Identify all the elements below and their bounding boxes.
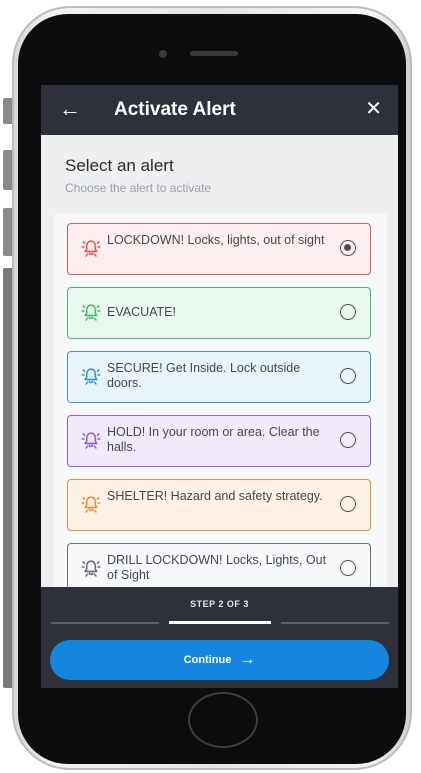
front-camera (159, 50, 167, 58)
alert-option-label: DRILL LOCKDOWN! Locks, Lights, Out of Si… (107, 553, 327, 582)
alarm-bell-icon (81, 368, 101, 385)
alarm-bell-icon (81, 560, 101, 577)
home-button[interactable] (188, 692, 258, 748)
alert-option-label: SHELTER! Hazard and safety strategy. (107, 489, 323, 503)
step-progress-segment-2 (169, 621, 271, 624)
alarm-bell-icon (81, 496, 101, 513)
back-arrow-icon[interactable]: ← (59, 95, 81, 123)
alert-radio-button[interactable] (340, 496, 356, 512)
continue-button-label: Continue (183, 654, 232, 666)
alert-option-evacuate[interactable]: EVACUATE! (67, 287, 371, 339)
arrow-right-icon: → (239, 651, 256, 668)
alert-option-lockdown[interactable]: LOCKDOWN! Locks, lights, out of sight (67, 223, 371, 275)
alert-radio-button[interactable] (340, 304, 356, 320)
alarm-bell-icon (81, 240, 101, 257)
section-heading: Select an alert (65, 156, 174, 175)
section-subheading: Choose the alert to activate (65, 181, 212, 195)
wizard-footer: STEP 2 OF 3 Continue → (41, 587, 398, 688)
alarm-bell-icon (81, 432, 101, 449)
continue-button[interactable]: Continue → (50, 640, 389, 680)
page-title: Activate Alert (114, 99, 236, 120)
alert-list: LOCKDOWN! Locks, lights, out of sight EV… (54, 213, 387, 632)
close-icon[interactable]: ✕ (365, 96, 382, 122)
alert-radio-button[interactable] (340, 432, 356, 448)
earpiece-speaker (190, 51, 238, 56)
app-bar: ← Activate Alert ✕ (41, 85, 398, 135)
alert-option-label: HOLD! In your room or area. Clear the ha… (107, 425, 320, 454)
step-progress-segment-1 (51, 622, 159, 624)
alert-option-label: LOCKDOWN! Locks, lights, out of sight (107, 233, 325, 247)
alert-option-label: EVACUATE! (107, 305, 176, 319)
alert-radio-button[interactable] (340, 240, 356, 256)
step-indicator: STEP 2 OF 3 (190, 599, 249, 609)
alarm-bell-icon (81, 304, 101, 321)
app-screen: ← Activate Alert ✕ Select an alert Choos… (41, 85, 398, 688)
alert-option-shelter[interactable]: SHELTER! Hazard and safety strategy. (67, 479, 371, 531)
alert-radio-button[interactable] (340, 368, 356, 384)
alert-radio-button[interactable] (340, 560, 356, 576)
alert-option-secure[interactable]: SECURE! Get Inside. Lock outside doors. (67, 351, 371, 403)
alert-option-hold[interactable]: HOLD! In your room or area. Clear the ha… (67, 415, 371, 467)
alert-option-label: SECURE! Get Inside. Lock outside doors. (107, 361, 301, 390)
alert-selection-content: Select an alert Choose the alert to acti… (41, 135, 398, 632)
step-progress-segment-3 (281, 622, 389, 624)
